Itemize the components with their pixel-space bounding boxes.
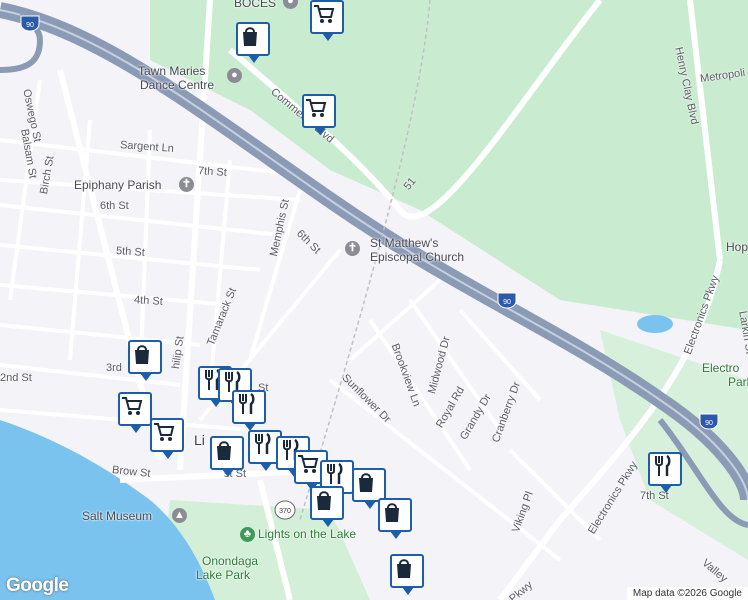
place-label-tawn-maries-1[interactable]: Tawn Maries xyxy=(138,64,205,78)
cart-icon xyxy=(122,397,143,415)
interstate-90-shield: 90 xyxy=(699,412,719,430)
cart-icon xyxy=(314,5,335,23)
map-pin-shopping-bag[interactable] xyxy=(236,22,270,63)
place-label-onondaga-1[interactable]: Onondaga xyxy=(202,554,258,568)
place-label-li: Li xyxy=(194,432,205,448)
restaurant-icon xyxy=(655,454,671,476)
street-label-3rd: 3rd xyxy=(106,362,122,374)
street-label-6th-west: 6th St xyxy=(100,200,129,212)
place-label-hop[interactable]: Hop xyxy=(726,240,748,254)
shopping-bag-icon xyxy=(243,27,257,46)
park-attraction-icon[interactable]: ♣ xyxy=(240,527,255,542)
street-label-4th: 4th St xyxy=(133,294,164,308)
svg-text:90: 90 xyxy=(503,299,511,306)
map-pin-restaurant[interactable] xyxy=(648,452,682,493)
svg-text:90: 90 xyxy=(26,22,34,29)
map-pin-cart[interactable] xyxy=(150,418,184,459)
cart-icon xyxy=(306,99,327,117)
place-label-onondaga-2[interactable]: Lake Park xyxy=(196,568,250,582)
museum-icon[interactable]: ▲ xyxy=(172,508,187,523)
place-label-salt-museum[interactable]: Salt Museum xyxy=(82,509,152,523)
restaurant-icon xyxy=(255,432,271,454)
street-label-7th: 7th St xyxy=(197,165,228,179)
interstate-90-shield: 90 xyxy=(497,291,517,309)
map-pin-cart[interactable] xyxy=(310,0,344,41)
shopping-bag-icon xyxy=(217,441,231,460)
place-label-electronics-park-2[interactable]: Park xyxy=(728,375,748,389)
route-370-shield: 370 xyxy=(274,500,296,520)
map-pin-cart[interactable] xyxy=(302,94,336,135)
church-icon[interactable]: ✝ xyxy=(345,241,360,256)
shopping-bag-icon xyxy=(359,473,373,492)
street-label-5th: 5th St xyxy=(115,245,146,259)
place-label-st-matthews-1[interactable]: St Matthew's xyxy=(370,236,438,250)
cart-icon xyxy=(298,455,319,473)
map-pin-shopping-bag[interactable] xyxy=(390,554,424,595)
place-label-tawn-maries-2[interactable]: Dance Centre xyxy=(140,78,214,92)
map-pin-restaurant[interactable] xyxy=(232,390,266,431)
shopping-bag-icon xyxy=(397,559,411,578)
svg-text:90: 90 xyxy=(705,420,713,427)
google-logo: Google xyxy=(6,575,69,596)
place-label-lights-on-the-lake[interactable]: Lights on the Lake xyxy=(258,527,356,541)
map-pin-shopping-bag[interactable] xyxy=(378,498,412,539)
restaurant-icon xyxy=(239,392,255,414)
church-icon[interactable]: ✝ xyxy=(179,177,194,192)
shopping-bag-icon xyxy=(317,491,331,510)
cart-icon xyxy=(154,423,175,441)
pond xyxy=(637,315,673,333)
restaurant-icon xyxy=(327,462,343,484)
map-pin-cart[interactable] xyxy=(118,392,152,433)
map-pin-shopping-bag[interactable] xyxy=(352,468,386,509)
dance-studio-icon[interactable]: ● xyxy=(227,68,242,83)
interstate-90-shield: 90 xyxy=(20,14,40,32)
place-label-epiphany[interactable]: Epiphany Parish xyxy=(74,178,161,192)
street-label-2nd: 2nd St xyxy=(0,372,32,384)
place-label-electronics-park-1[interactable]: Electro xyxy=(702,361,739,375)
place-label-st-matthews-2[interactable]: Episcopal Church xyxy=(370,250,464,264)
map-pin-shopping-bag[interactable] xyxy=(310,486,344,527)
shopping-bag-icon xyxy=(385,503,399,522)
shopping-bag-icon xyxy=(135,345,149,364)
map-attribution[interactable]: Map data ©2026 Google xyxy=(626,587,748,600)
map-canvas[interactable]: 90 90 90 370 Oswego St Balsam St Birch S… xyxy=(0,0,748,600)
place-label-boces: BOCES xyxy=(234,0,277,10)
svg-text:370: 370 xyxy=(279,508,291,515)
map-pin-shopping-bag[interactable] xyxy=(128,340,162,381)
map-pin-shopping-bag[interactable] xyxy=(210,436,244,477)
